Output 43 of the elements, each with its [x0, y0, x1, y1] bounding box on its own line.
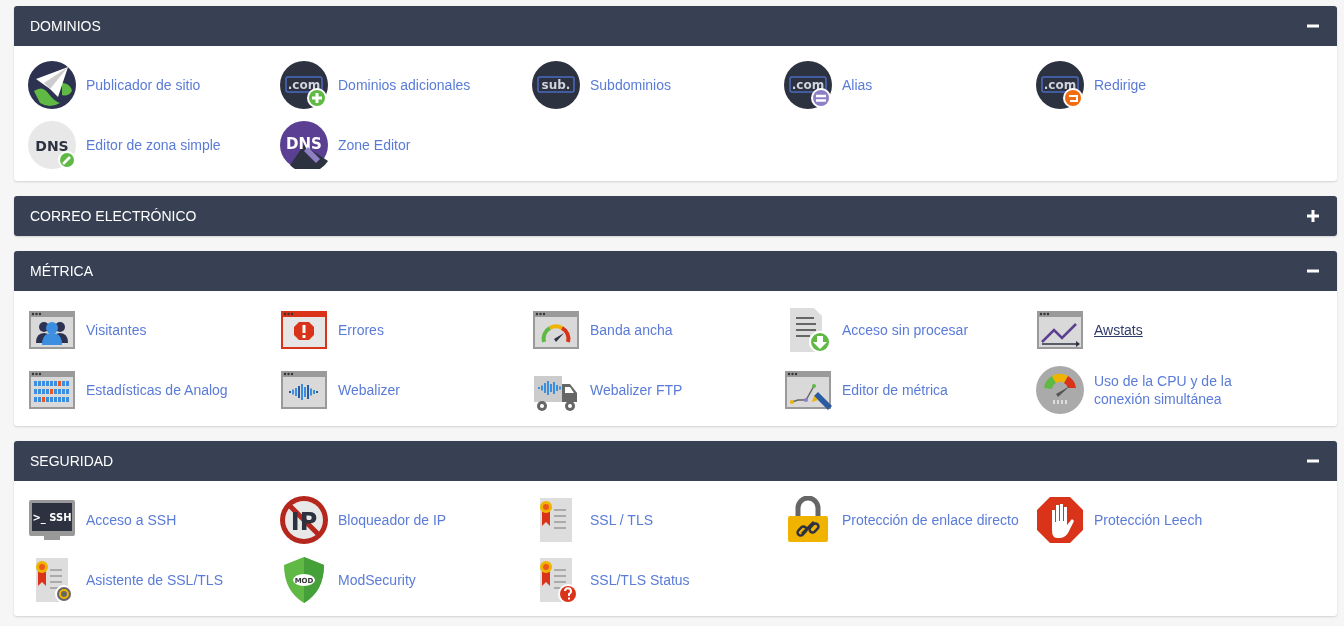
panel-header[interactable]: SEGURIDAD [14, 441, 1337, 481]
dns-pencil-icon[interactable]: DNS [28, 121, 76, 169]
tool-link[interactable]: Editor de zona simple [86, 121, 227, 169]
tool-link[interactable]: Acceso sin procesar [842, 306, 975, 354]
expand-icon[interactable] [1307, 210, 1319, 222]
tool-link[interactable]: Subdominios [590, 61, 677, 109]
tool-link[interactable]: Visitantes [86, 306, 153, 354]
domain-redirect-icon[interactable]: .com [1036, 61, 1084, 109]
tool-link[interactable]: SSL/TLS Status [590, 556, 696, 604]
tool-link[interactable]: Banda ancha [590, 306, 679, 354]
subdomain-icon[interactable]: sub. [532, 61, 580, 109]
panel-title: MÉTRICA [30, 263, 93, 279]
dns-cursor-icon[interactable]: DNS [280, 121, 328, 169]
tool-link[interactable]: Estadísticas de Analog [86, 366, 234, 414]
tool-link[interactable]: Acceso a SSH [86, 496, 183, 544]
tool-link[interactable]: Editor de métrica [842, 366, 954, 414]
tool-link[interactable]: Alias [842, 61, 879, 109]
tool-link[interactable]: Asistente de SSL/TLS [86, 556, 229, 604]
tool-link[interactable]: Redirige [1094, 61, 1153, 109]
panel-header[interactable]: MÉTRICA [14, 251, 1337, 291]
tool-link[interactable]: Webalizer [338, 366, 406, 414]
tool-link[interactable]: Protección Leech [1094, 496, 1209, 544]
gauge-icon[interactable] [1036, 366, 1084, 414]
tool-link[interactable]: Uso de la CPU y de la conexión simultánea [1094, 366, 1288, 414]
stop-hand-icon[interactable] [1036, 496, 1084, 544]
domain-plus-icon[interactable]: .com [280, 61, 328, 109]
tool-link[interactable]: Bloqueador de IP [338, 496, 453, 544]
tool-link[interactable]: Protección de enlace directo [842, 496, 1025, 544]
panel-title: CORREO ELECTRÓNICO [30, 208, 197, 224]
tool-link[interactable]: Awstats [1094, 306, 1149, 354]
tool-link[interactable]: Webalizer FTP [590, 366, 689, 414]
tool-link[interactable]: Dominios adicionales [338, 61, 477, 109]
tool-link[interactable]: ModSecurity [338, 556, 422, 604]
domain-equals-icon[interactable]: .com [784, 61, 832, 109]
panel-header[interactable]: DOMINIOS [14, 6, 1337, 46]
panel-title: DOMINIOS [30, 18, 101, 34]
tool-link[interactable]: Publicador de sitio [86, 61, 207, 109]
tool-link[interactable]: SSL / TLS [590, 496, 660, 544]
tool-link[interactable]: Zone Editor [338, 121, 417, 169]
panel-title: SEGURIDAD [30, 453, 114, 469]
panel-header[interactable]: CORREO ELECTRÓNICO [14, 196, 1337, 236]
tool-link[interactable]: Errores [338, 306, 390, 354]
paper-plane-globe-icon[interactable] [28, 61, 76, 109]
